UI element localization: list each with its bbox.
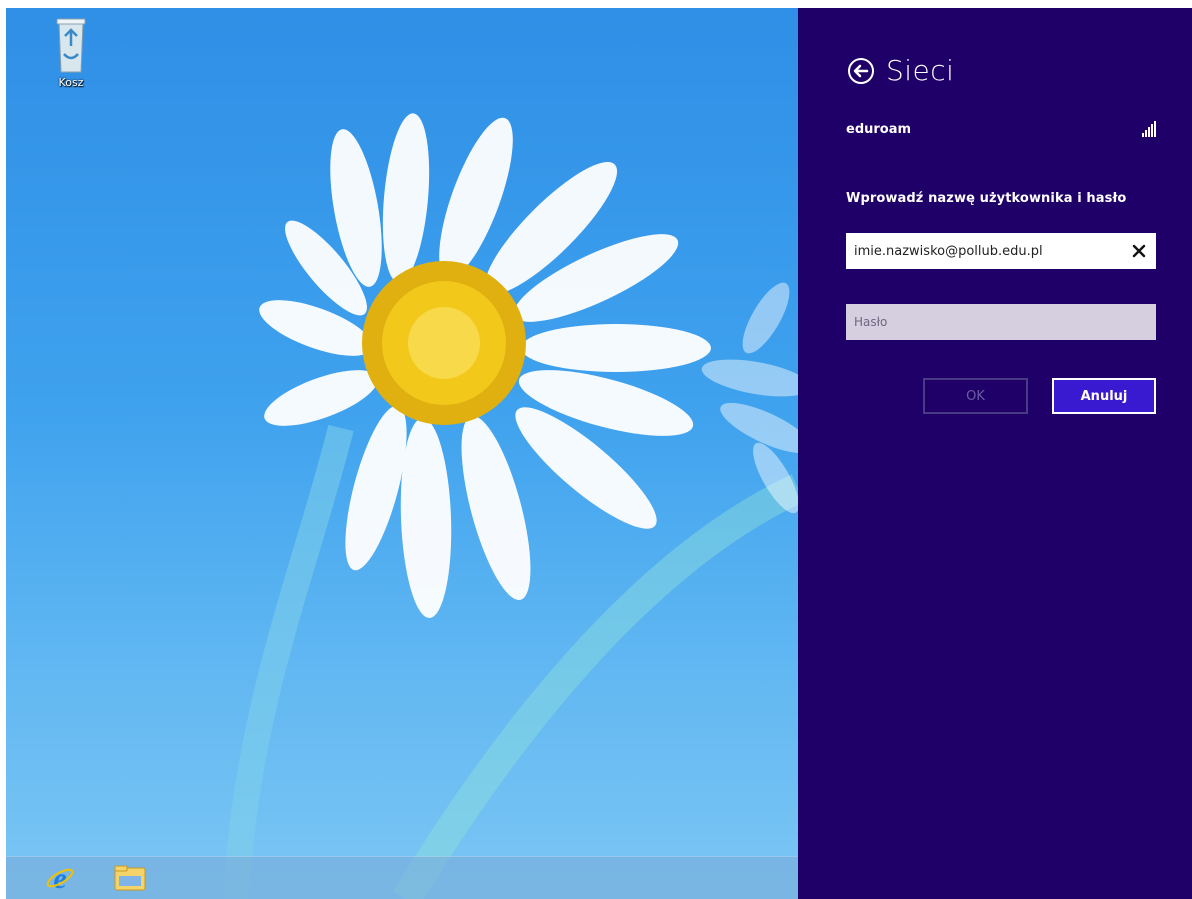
panel-header: Sieci	[846, 54, 954, 87]
screen: Kosz e Sieci eduroam Wprowadź nazwę użyt…	[0, 0, 1192, 899]
wifi-signal-icon	[1142, 121, 1156, 137]
desktop: Kosz e	[6, 8, 798, 899]
clear-username-button[interactable]	[1122, 233, 1156, 269]
password-input[interactable]	[846, 314, 1146, 330]
cancel-button[interactable]: Anuluj	[1052, 378, 1156, 414]
network-name: eduroam	[846, 121, 912, 137]
panel-title: Sieci	[886, 54, 955, 87]
ok-button[interactable]: OK	[923, 378, 1028, 414]
svg-text:e: e	[53, 863, 66, 893]
internet-explorer-icon: e	[46, 863, 74, 893]
daisy-wallpaper	[223, 113, 798, 899]
back-button[interactable]	[846, 56, 876, 86]
close-icon	[1133, 244, 1146, 258]
back-arrow-icon	[848, 57, 874, 84]
file-explorer-icon	[114, 865, 146, 891]
network-item[interactable]: eduroam	[846, 118, 1156, 140]
password-field	[846, 304, 1156, 340]
network-charm-panel: Sieci eduroam Wprowadź nazwę użytkownika…	[798, 8, 1192, 899]
recycle-bin-shortcut[interactable]: Kosz	[46, 16, 96, 89]
username-field	[846, 233, 1156, 269]
taskbar-file-explorer[interactable]	[110, 861, 150, 895]
credentials-prompt: Wprowadź nazwę użytkownika i hasło	[846, 191, 1127, 206]
recycle-bin-icon	[56, 18, 86, 73]
username-input[interactable]	[846, 242, 1123, 260]
taskbar-internet-explorer[interactable]: e	[40, 861, 80, 895]
recycle-bin-label: Kosz	[58, 76, 84, 89]
taskbar: e	[6, 856, 798, 899]
